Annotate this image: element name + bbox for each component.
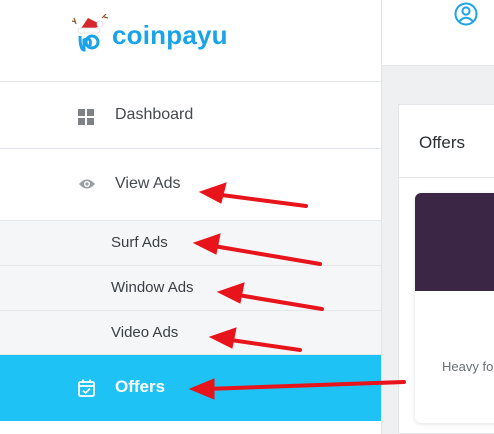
main-content: Offers Heavy fo	[381, 0, 494, 434]
calendar-check-icon	[78, 379, 95, 397]
sidebar-subitem-surf-ads[interactable]: Surf Ads	[0, 221, 381, 266]
sidebar-subitem-video-ads[interactable]: Video Ads	[0, 311, 381, 355]
logo[interactable]: coinpayu	[0, 0, 381, 82]
offer-card[interactable]: Heavy fo	[415, 193, 494, 423]
page-title: Offers	[419, 133, 465, 152]
offer-card-header	[415, 193, 494, 291]
logo-text: coinpayu	[112, 20, 228, 50]
sidebar-item-view-ads[interactable]: View Ads	[0, 149, 381, 221]
topbar	[382, 0, 494, 66]
sidebar-item-offers[interactable]: Offers	[0, 355, 381, 421]
offer-description: Heavy fo	[442, 359, 494, 374]
divider	[399, 177, 494, 178]
offers-panel: Offers Heavy fo	[398, 104, 494, 434]
dashboard-grid-icon	[78, 109, 94, 125]
eye-icon	[79, 179, 95, 189]
sidebar-item-dashboard[interactable]: Dashboard	[0, 82, 381, 149]
sidebar-subitem-label: Video Ads	[111, 324, 179, 341]
sidebar-subitem-label: Window Ads	[111, 279, 194, 296]
user-account-icon[interactable]	[454, 2, 478, 26]
sidebar-subitem-window-ads[interactable]: Window Ads	[0, 266, 381, 311]
coinpayu-logo-icon	[72, 14, 109, 52]
sidebar: coinpayu Dashboard View Ads Surf Ads Win…	[0, 0, 381, 434]
sidebar-item-label: Offers	[115, 377, 166, 396]
sidebar-item-label: Dashboard	[115, 106, 194, 123]
sidebar-subitem-label: Surf Ads	[111, 234, 168, 251]
sidebar-item-label: View Ads	[115, 175, 181, 192]
